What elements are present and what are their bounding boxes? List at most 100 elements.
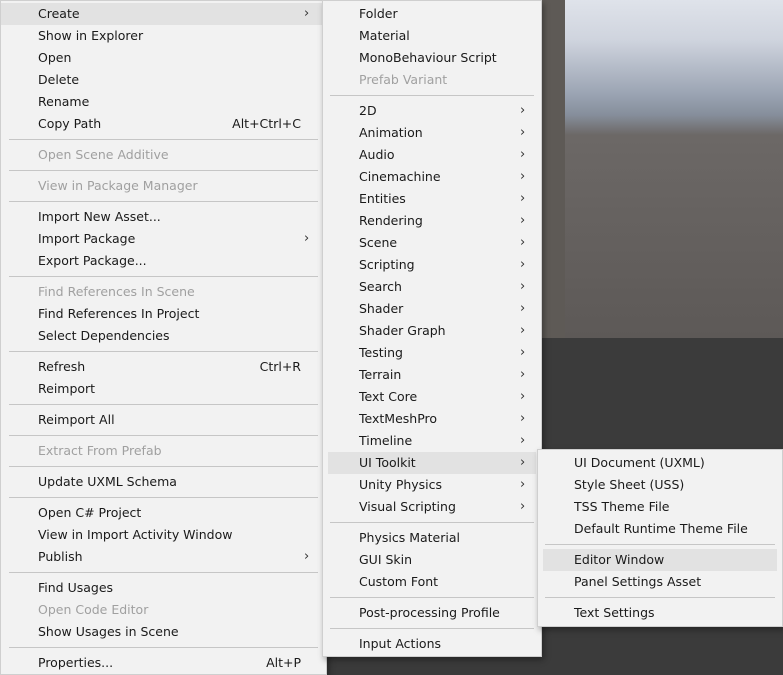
menu-item-open-csharp-project[interactable]: Open C# Project <box>1 502 326 524</box>
chevron-right-icon: › <box>520 301 526 316</box>
chevron-right-icon: › <box>520 191 526 206</box>
chevron-right-icon: › <box>520 213 526 228</box>
menu-item-post-processing-profile[interactable]: Post-processing Profile <box>323 602 541 624</box>
menu-item-editor-window[interactable]: Editor Window <box>543 549 777 571</box>
shortcut-label: Ctrl+R <box>259 359 301 374</box>
menu-item-default-runtime-theme-file[interactable]: Default Runtime Theme File <box>538 518 782 540</box>
menu-separator <box>9 170 318 171</box>
menu-item-find-usages[interactable]: Find Usages <box>1 577 326 599</box>
menu-item-cinemachine[interactable]: Cinemachine › <box>323 166 541 188</box>
menu-item-folder[interactable]: Folder <box>323 3 541 25</box>
menu-item-scripting[interactable]: Scripting › <box>323 254 541 276</box>
menu-item-rename[interactable]: Rename <box>1 91 326 113</box>
menu-item-open-code-editor[interactable]: Open Code Editor <box>1 599 326 621</box>
menu-item-material[interactable]: Material <box>323 25 541 47</box>
menu-separator <box>545 597 775 598</box>
chevron-right-icon: › <box>520 499 526 514</box>
menu-item-export-package[interactable]: Export Package... <box>1 250 326 272</box>
chevron-right-icon: › <box>520 367 526 382</box>
menu-item-physics-material[interactable]: Physics Material <box>323 527 541 549</box>
menu-item-gui-skin[interactable]: GUI Skin <box>323 549 541 571</box>
chevron-right-icon: › <box>520 433 526 448</box>
menu-item-show-in-explorer[interactable]: Show in Explorer <box>1 25 326 47</box>
menu-separator <box>9 404 318 405</box>
chevron-right-icon: › <box>520 103 526 118</box>
menu-item-scene[interactable]: Scene › <box>323 232 541 254</box>
menu-item-find-references-in-scene[interactable]: Find References In Scene <box>1 281 326 303</box>
menu-item-import-package[interactable]: Import Package › <box>1 228 326 250</box>
menu-separator <box>9 435 318 436</box>
menu-item-panel-settings-asset[interactable]: Panel Settings Asset <box>538 571 782 593</box>
menu-item-prefab-variant[interactable]: Prefab Variant <box>323 69 541 91</box>
menu-item-refresh[interactable]: Refresh Ctrl+R <box>1 356 326 378</box>
menu-item-select-dependencies[interactable]: Select Dependencies <box>1 325 326 347</box>
menu-item-shader[interactable]: Shader › <box>323 298 541 320</box>
menu-item-audio[interactable]: Audio › <box>323 144 541 166</box>
chevron-right-icon: › <box>520 125 526 140</box>
menu-item-visual-scripting[interactable]: Visual Scripting › <box>323 496 541 518</box>
chevron-right-icon: › <box>520 411 526 426</box>
chevron-right-icon: › <box>304 6 310 21</box>
ui-toolkit-submenu: UI Document (UXML) Style Sheet (USS) TSS… <box>537 449 783 627</box>
menu-separator <box>330 95 534 96</box>
chevron-right-icon: › <box>520 235 526 250</box>
menu-item-animation[interactable]: Animation › <box>323 122 541 144</box>
menu-item-extract-from-prefab[interactable]: Extract From Prefab <box>1 440 326 462</box>
chevron-right-icon: › <box>520 169 526 184</box>
menu-item-open[interactable]: Open <box>1 47 326 69</box>
menu-item-textmeshpro[interactable]: TextMeshPro › <box>323 408 541 430</box>
menu-item-delete[interactable]: Delete <box>1 69 326 91</box>
shortcut-label: Alt+Ctrl+C <box>232 116 301 131</box>
chevron-right-icon: › <box>304 549 310 564</box>
chevron-right-icon: › <box>520 477 526 492</box>
menu-item-find-references-in-project[interactable]: Find References In Project <box>1 303 326 325</box>
menu-item-open-scene-additive[interactable]: Open Scene Additive <box>1 144 326 166</box>
menu-separator <box>9 466 318 467</box>
menu-item-search[interactable]: Search › <box>323 276 541 298</box>
menu-item-properties[interactable]: Properties... Alt+P <box>1 652 326 674</box>
menu-item-tss-theme-file[interactable]: TSS Theme File <box>538 496 782 518</box>
menu-item-terrain[interactable]: Terrain › <box>323 364 541 386</box>
menu-separator <box>330 597 534 598</box>
menu-separator <box>9 647 318 648</box>
chevron-right-icon: › <box>520 389 526 404</box>
menu-item-text-core[interactable]: Text Core › <box>323 386 541 408</box>
menu-item-monobehaviour-script[interactable]: MonoBehaviour Script <box>323 47 541 69</box>
menu-item-publish[interactable]: Publish › <box>1 546 326 568</box>
menu-item-ui-toolkit[interactable]: UI Toolkit › <box>328 452 536 474</box>
menu-item-testing[interactable]: Testing › <box>323 342 541 364</box>
menu-item-custom-font[interactable]: Custom Font <box>323 571 541 593</box>
menu-item-update-uxml-schema[interactable]: Update UXML Schema <box>1 471 326 493</box>
chevron-right-icon: › <box>304 231 310 246</box>
create-submenu: Folder Material MonoBehaviour Script Pre… <box>322 0 542 657</box>
menu-item-text-settings[interactable]: Text Settings <box>538 602 782 624</box>
menu-separator <box>9 139 318 140</box>
menu-item-input-actions[interactable]: Input Actions <box>323 633 541 655</box>
menu-item-entities[interactable]: Entities › <box>323 188 541 210</box>
context-menu: Create › Show in Explorer Open Delete Ren… <box>0 0 327 675</box>
menu-item-show-usages-in-scene[interactable]: Show Usages in Scene <box>1 621 326 643</box>
menu-separator <box>545 544 775 545</box>
menu-item-unity-physics[interactable]: Unity Physics › <box>323 474 541 496</box>
chevron-right-icon: › <box>520 279 526 294</box>
menu-item-view-in-import-activity-window[interactable]: View in Import Activity Window <box>1 524 326 546</box>
menu-item-shader-graph[interactable]: Shader Graph › <box>323 320 541 342</box>
chevron-right-icon: › <box>520 455 526 470</box>
menu-item-copy-path[interactable]: Copy Path Alt+Ctrl+C <box>1 113 326 135</box>
chevron-right-icon: › <box>520 323 526 338</box>
menu-item-create[interactable]: Create › <box>1 3 326 25</box>
menu-item-rendering[interactable]: Rendering › <box>323 210 541 232</box>
menu-item-reimport[interactable]: Reimport <box>1 378 326 400</box>
menu-item-timeline[interactable]: Timeline › <box>323 430 541 452</box>
menu-item-ui-document-uxml[interactable]: UI Document (UXML) <box>538 452 782 474</box>
chevron-right-icon: › <box>520 345 526 360</box>
menu-item-reimport-all[interactable]: Reimport All <box>1 409 326 431</box>
menu-item-import-new-asset[interactable]: Import New Asset... <box>1 206 326 228</box>
menu-separator <box>9 276 318 277</box>
menu-item-2d[interactable]: 2D › <box>323 100 541 122</box>
chevron-right-icon: › <box>520 257 526 272</box>
menu-separator <box>9 351 318 352</box>
menu-item-style-sheet-uss[interactable]: Style Sheet (USS) <box>538 474 782 496</box>
shortcut-label: Alt+P <box>266 655 301 670</box>
menu-item-view-in-package-manager[interactable]: View in Package Manager <box>1 175 326 197</box>
